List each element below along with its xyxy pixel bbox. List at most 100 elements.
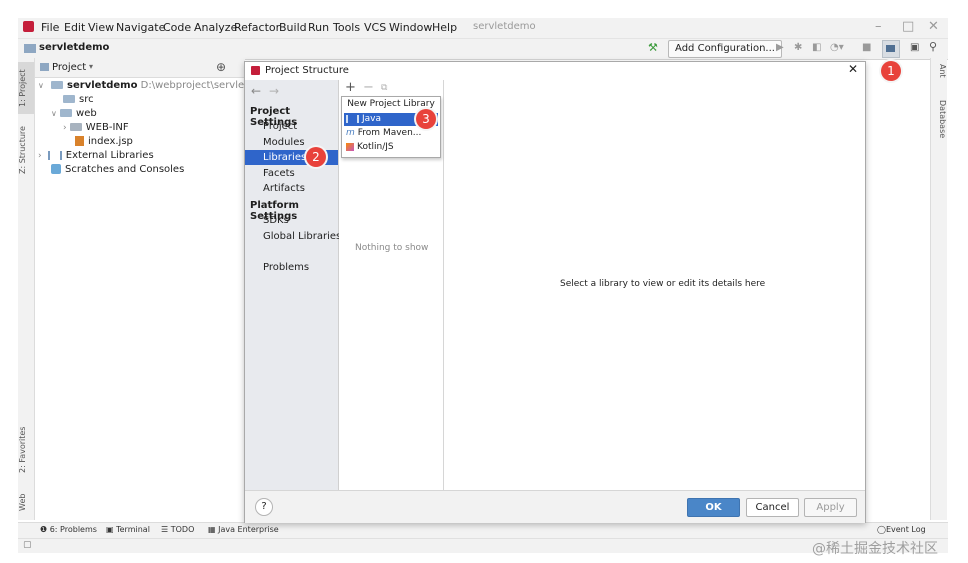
menu-edit[interactable]: Edit — [64, 21, 85, 34]
settings-nav: ← → Project Settings Project Modules Lib… — [245, 80, 341, 490]
debug-icon[interactable]: ✱ — [794, 42, 802, 53]
help-button[interactable]: ? — [255, 498, 273, 516]
library-icon — [47, 150, 62, 160]
tab-java-enterprise[interactable]: ▦ Java Enterprise — [208, 525, 279, 534]
tab-label: TODO — [170, 525, 195, 534]
folder-icon — [69, 123, 82, 131]
dialog-title-bar: Project Structure ✕ — [245, 62, 865, 80]
tree-item-web[interactable]: ∨ web — [51, 108, 97, 119]
java-enterprise-icon: ▦ — [208, 525, 219, 534]
add-icon[interactable]: + — [345, 80, 356, 95]
close-icon[interactable]: ✕ — [848, 62, 858, 76]
coverage-icon[interactable]: ◧ — [812, 42, 821, 53]
chevron-right-icon: › — [63, 123, 67, 133]
menu-help[interactable]: Help — [432, 21, 457, 34]
tab-ant[interactable]: Ant — [933, 64, 947, 90]
popup-item-label: Kotlin/JS — [357, 142, 394, 152]
project-view-dropdown[interactable]: Project — [52, 62, 86, 73]
tree-item-scratches[interactable]: Scratches and Consoles — [51, 164, 184, 175]
run-icon[interactable]: ▶ — [776, 42, 784, 53]
jsp-file-icon — [75, 136, 84, 146]
menu-navigate[interactable]: Navigate — [116, 21, 165, 34]
folder-icon — [63, 95, 75, 103]
tree-root[interactable]: ∨ servletdemo D:\webproject\servletdemo — [38, 80, 276, 91]
menu-vcs[interactable]: VCS — [364, 21, 386, 34]
menu-window[interactable]: Window — [389, 21, 432, 34]
tab-label: Java Enterprise — [218, 525, 279, 534]
tree-label: External Libraries — [65, 150, 154, 161]
back-arrow-icon[interactable]: ← — [251, 84, 261, 98]
tree-label: index.jsp — [88, 136, 133, 147]
maximize-icon[interactable]: □ — [902, 19, 914, 34]
tree-item-index-jsp[interactable]: index.jsp — [75, 136, 133, 147]
menu-file[interactable]: File — [41, 21, 59, 34]
popup-item-label: From Maven... — [357, 128, 422, 138]
menu-analyze[interactable]: Analyze — [194, 21, 237, 34]
tab-database[interactable]: Database — [933, 100, 947, 148]
menu-tools[interactable]: Tools — [333, 21, 360, 34]
copy-icon[interactable]: ⧉ — [381, 83, 387, 93]
tree-item-web-inf[interactable]: › WEB-INF — [63, 122, 129, 133]
popup-item-kotlin-js[interactable]: Kotlin/JS — [344, 141, 438, 154]
popup-item-label: Java — [362, 114, 382, 124]
module-folder-icon — [24, 44, 36, 53]
minimize-icon[interactable]: – — [875, 19, 882, 34]
tree-label: Scratches and Consoles — [65, 164, 185, 175]
dialog-footer: ? OK Cancel Apply — [245, 490, 865, 523]
nav-item-sdks[interactable]: SDKs — [263, 215, 289, 226]
bottom-tool-bar: ❶ 6: Problems ▣ Terminal ☰ TODO ▦ Java E… — [18, 522, 948, 539]
locate-icon[interactable]: ⊕ — [216, 60, 226, 74]
tab-problems[interactable]: ❶ 6: Problems — [40, 525, 97, 534]
close-window-icon[interactable]: ✕ — [928, 19, 939, 34]
status-toggle-icon[interactable]: ▢ — [23, 540, 32, 550]
cancel-button[interactable]: Cancel — [746, 498, 799, 517]
tree-item-external-libraries[interactable]: › External Libraries — [38, 150, 154, 161]
menu-code[interactable]: Code — [163, 21, 191, 34]
tab-web[interactable]: Web — [18, 488, 34, 516]
tab-terminal[interactable]: ▣ Terminal — [106, 525, 150, 534]
tab-todo[interactable]: ☰ TODO — [161, 525, 194, 534]
nav-item-libraries[interactable]: Libraries — [263, 152, 306, 163]
tab-label: Terminal — [116, 525, 150, 534]
search-icon[interactable]: ⚲ — [929, 40, 937, 53]
project-view-icon — [40, 63, 49, 71]
web-folder-icon — [60, 109, 73, 117]
nav-item-artifacts[interactable]: Artifacts — [263, 183, 305, 194]
stop-icon[interactable]: ■ — [862, 42, 871, 53]
remove-icon[interactable]: − — [363, 80, 374, 95]
nav-item-facets[interactable]: Facets — [263, 168, 295, 179]
menu-build[interactable]: Build — [279, 21, 307, 34]
event-log-button[interactable]: ◯Event Log — [877, 525, 926, 534]
scratches-icon — [51, 164, 61, 174]
menu-refactor[interactable]: Refactor — [234, 21, 280, 34]
tab-project[interactable]: 1: Project — [18, 62, 34, 114]
add-configuration-button[interactable]: Add Configuration... — [668, 40, 782, 58]
nav-item-global-libraries[interactable]: Global Libraries — [263, 231, 341, 242]
build-hammer-icon[interactable]: ⚒ — [648, 41, 658, 54]
navigation-bar: servletdemo ⚒ Add Configuration... ▶ ✱ ◧… — [18, 38, 948, 60]
project-panel-header: Project ▾ ⊕ — [35, 58, 245, 78]
tab-favorites[interactable]: 2: Favorites — [18, 420, 34, 480]
window-icon[interactable]: ▣ — [910, 42, 919, 53]
apply-button[interactable]: Apply — [804, 498, 857, 517]
tree-label: WEB-INF — [85, 122, 129, 133]
forward-arrow-icon[interactable]: → — [269, 84, 279, 98]
profile-icon[interactable]: ◔▾ — [830, 42, 844, 53]
tree-label: src — [79, 94, 94, 105]
menu-run[interactable]: Run — [308, 21, 329, 34]
annotation-badge-3: 3 — [416, 109, 436, 129]
nav-item-modules[interactable]: Modules — [263, 137, 305, 148]
ok-button[interactable]: OK — [687, 498, 740, 517]
breadcrumb[interactable]: servletdemo — [39, 42, 109, 53]
nav-item-problems[interactable]: Problems — [263, 262, 309, 273]
tree-item-src[interactable]: src — [63, 94, 94, 105]
nav-item-project[interactable]: Project — [263, 121, 297, 132]
app-logo-icon — [23, 21, 34, 32]
watermark: @稀土掘金技术社区 — [812, 541, 938, 557]
chevron-right-icon: › — [38, 151, 42, 161]
right-tool-stripe: Ant Database — [930, 58, 947, 520]
tab-structure[interactable]: Z: Structure — [18, 122, 34, 178]
chevron-down-icon[interactable]: ▾ — [89, 62, 93, 71]
root-name: servletdemo — [67, 80, 138, 91]
menu-view[interactable]: View — [88, 21, 114, 34]
